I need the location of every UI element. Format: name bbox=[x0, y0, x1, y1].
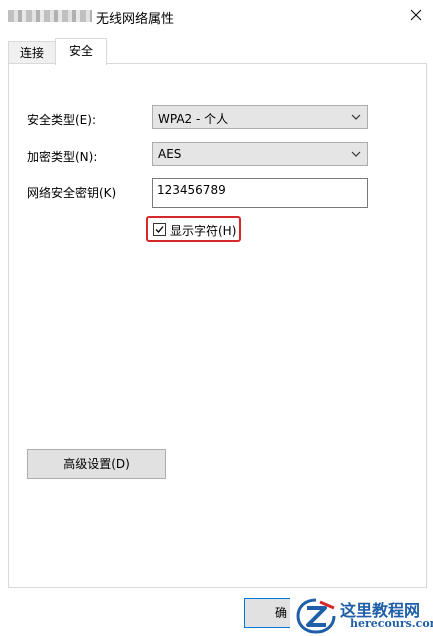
show-characters-checkbox[interactable] bbox=[153, 223, 166, 236]
network-key-label: 网络安全密钥(K) bbox=[27, 186, 117, 200]
encryption-type-label: 加密类型(N): bbox=[27, 150, 98, 164]
tab-connection[interactable]: 连接 bbox=[8, 41, 56, 63]
site-watermark: 这里教程网 herecours.com bbox=[290, 594, 433, 636]
network-key-value: 123456789 bbox=[157, 183, 226, 197]
chevron-down-icon bbox=[351, 114, 361, 120]
close-button[interactable] bbox=[404, 4, 428, 26]
watermark-url: herecours.com bbox=[350, 617, 433, 630]
title-bar: 无线网络属性 bbox=[0, 0, 433, 33]
network-name-blurred bbox=[8, 10, 92, 22]
network-key-input[interactable]: 123456789 bbox=[152, 178, 368, 208]
close-icon bbox=[410, 9, 422, 21]
wireless-properties-dialog: 无线网络属性 连接 安全 安全类型(E): WPA2 - 个人 加密类型(N):… bbox=[0, 0, 433, 636]
encryption-type-value: AES bbox=[158, 147, 182, 161]
z-logo-icon bbox=[296, 598, 336, 634]
security-type-label: 安全类型(E): bbox=[27, 113, 96, 127]
tab-security[interactable]: 安全 bbox=[55, 38, 107, 65]
security-type-select[interactable]: WPA2 - 个人 bbox=[152, 105, 368, 129]
window-title: 无线网络属性 bbox=[96, 12, 175, 27]
show-characters-label[interactable]: 显示字符(H) bbox=[170, 222, 236, 239]
show-characters-highlight: 显示字符(H) bbox=[146, 216, 241, 242]
advanced-settings-button[interactable]: 高级设置(D) bbox=[27, 449, 166, 479]
security-type-value: WPA2 - 个人 bbox=[158, 112, 229, 126]
encryption-type-select[interactable]: AES bbox=[152, 142, 368, 166]
chevron-down-icon bbox=[351, 151, 361, 157]
checkmark-icon bbox=[155, 226, 164, 233]
